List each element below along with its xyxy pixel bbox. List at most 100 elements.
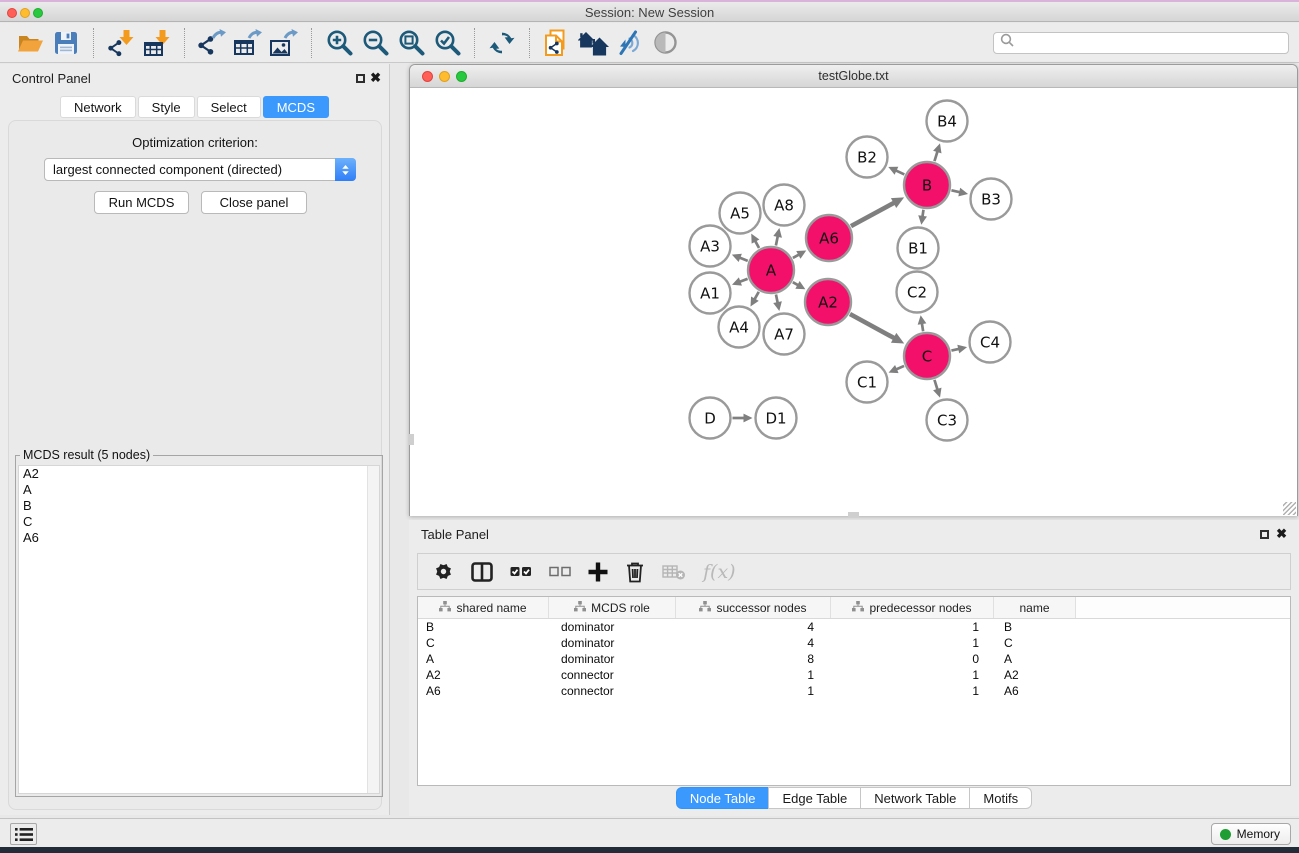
mcds-result-item[interactable]: A6 [19,530,379,546]
import-table-icon[interactable] [139,26,175,60]
table-row[interactable]: Cdominator41C [418,635,1290,651]
zoom-out-icon[interactable] [357,26,393,60]
table-cell[interactable]: 1 [676,683,831,699]
mcds-result-list[interactable]: A2ABCA6 [18,465,380,794]
close-table-panel-icon[interactable]: ✖ [1276,526,1287,542]
graph-node-B3[interactable]: B3 [971,179,1012,220]
graph-node-A[interactable]: A [748,247,794,293]
table-cell[interactable]: dominator [549,651,676,667]
graph-node-B1[interactable]: B1 [898,228,939,269]
edge[interactable] [934,151,937,161]
graph-node-C3[interactable]: C3 [927,400,968,441]
edge[interactable] [739,279,747,282]
table-cell[interactable]: dominator [549,619,676,635]
tab-motifs[interactable]: Motifs [969,787,1032,809]
table-cell[interactable]: A [994,651,1076,667]
table-row[interactable]: A6connector11A6 [418,683,1290,699]
node-table[interactable]: shared nameMCDS rolesuccessor nodesprede… [417,596,1291,786]
table-cell[interactable]: 1 [831,683,994,699]
table-cell[interactable]: A2 [994,667,1076,683]
graph-node-A6[interactable]: A6 [806,215,852,261]
graph-node-A4[interactable]: A4 [719,307,760,348]
export-image-icon[interactable] [266,26,302,60]
table-cell[interactable]: A [418,651,549,667]
list-icon[interactable] [10,823,37,845]
edge[interactable] [793,254,799,257]
table-cell[interactable]: A6 [994,683,1076,699]
vertical-scroll-thumb[interactable] [409,434,414,445]
table-cell[interactable]: A2 [418,667,549,683]
hide-details-icon[interactable] [611,26,647,60]
column-header-predecessor-nodes[interactable]: predecessor nodes [831,597,994,618]
graph-node-C[interactable]: C [904,333,950,379]
close-panel-icon[interactable]: ✖ [370,70,381,86]
deselect-all-icon[interactable] [549,564,571,579]
save-icon[interactable] [48,26,84,60]
column-header-name[interactable]: name [994,597,1076,618]
mcds-result-item[interactable]: A2 [19,466,379,482]
table-cell[interactable]: 1 [676,667,831,683]
open-folder-icon[interactable] [12,26,48,60]
tab-select[interactable]: Select [197,96,261,118]
table-cell[interactable]: C [418,635,549,651]
graph-node-B[interactable]: B [904,162,950,208]
table-cell[interactable]: connector [549,683,676,699]
float-table-panel-icon[interactable] [1260,530,1269,539]
run-mcds-button[interactable]: Run MCDS [94,191,189,214]
table-cell[interactable]: connector [549,667,676,683]
table-cell[interactable]: 1 [831,667,994,683]
graph-node-A2[interactable]: A2 [805,279,851,325]
edge[interactable] [896,170,905,174]
column-header-MCDS-role[interactable]: MCDS role [549,597,676,618]
table-cell[interactable]: 1 [831,635,994,651]
export-network-icon[interactable] [194,26,230,60]
float-panel-icon[interactable] [356,74,365,83]
table-row[interactable]: Bdominator41B [418,619,1290,635]
edge[interactable] [922,323,923,331]
zoom-fit-icon[interactable] [393,26,429,60]
home-icon[interactable] [575,26,611,60]
graph-node-C2[interactable]: C2 [897,272,938,313]
graph-node-A1[interactable]: A1 [690,273,731,314]
graph-node-A5[interactable]: A5 [720,193,761,234]
graph-node-D1[interactable]: D1 [756,398,797,439]
table-cell[interactable]: 4 [676,635,831,651]
edge[interactable] [739,258,747,261]
mcds-result-item[interactable]: A [19,482,379,498]
memory-button[interactable]: Memory [1211,823,1291,845]
table-cell[interactable]: 8 [676,651,831,667]
network-window-titlebar[interactable]: testGlobe.txt [410,65,1297,88]
zoom-in-icon[interactable] [321,26,357,60]
edge[interactable] [776,236,778,246]
network-graph[interactable]: B4B2BB3A8A5A6A3B1AA1C2A2A4A7C4CC1DD1C3 [410,88,1297,516]
tab-network[interactable]: Network [60,96,136,118]
graph-node-A3[interactable]: A3 [690,226,731,267]
edge[interactable] [951,190,960,192]
column-header-successor-nodes[interactable]: successor nodes [676,597,831,618]
edge[interactable] [754,292,758,300]
eye-icon[interactable] [647,26,683,60]
horizontal-scroll-thumb[interactable] [848,512,859,517]
table-cell[interactable]: dominator [549,635,676,651]
refresh-icon[interactable] [484,26,520,60]
close-panel-button[interactable]: Close panel [201,191,307,214]
graph-node-C1[interactable]: C1 [847,362,888,403]
tab-style[interactable]: Style [138,96,195,118]
graph-node-B2[interactable]: B2 [847,137,888,178]
column-header-shared-name[interactable]: shared name [418,597,549,618]
zoom-selected-icon[interactable] [429,26,465,60]
add-icon[interactable] [588,562,608,582]
table-row[interactable]: Adominator80A [418,651,1290,667]
columns-icon[interactable] [471,562,493,582]
tab-edge-table[interactable]: Edge Table [768,787,861,809]
table-cell[interactable]: 0 [831,651,994,667]
edge[interactable] [776,294,778,303]
search-box[interactable] [993,32,1289,54]
select-all-icon[interactable] [510,564,532,579]
mcds-result-item[interactable]: C [19,514,379,530]
search-input[interactable] [1019,36,1282,50]
table-cell[interactable]: A6 [418,683,549,699]
scrollbar-track[interactable] [367,466,379,793]
network-canvas[interactable]: B4B2BB3A8A5A6A3B1AA1C2A2A4A7C4CC1DD1C3 [410,88,1297,516]
tab-node-table[interactable]: Node Table [676,787,770,809]
